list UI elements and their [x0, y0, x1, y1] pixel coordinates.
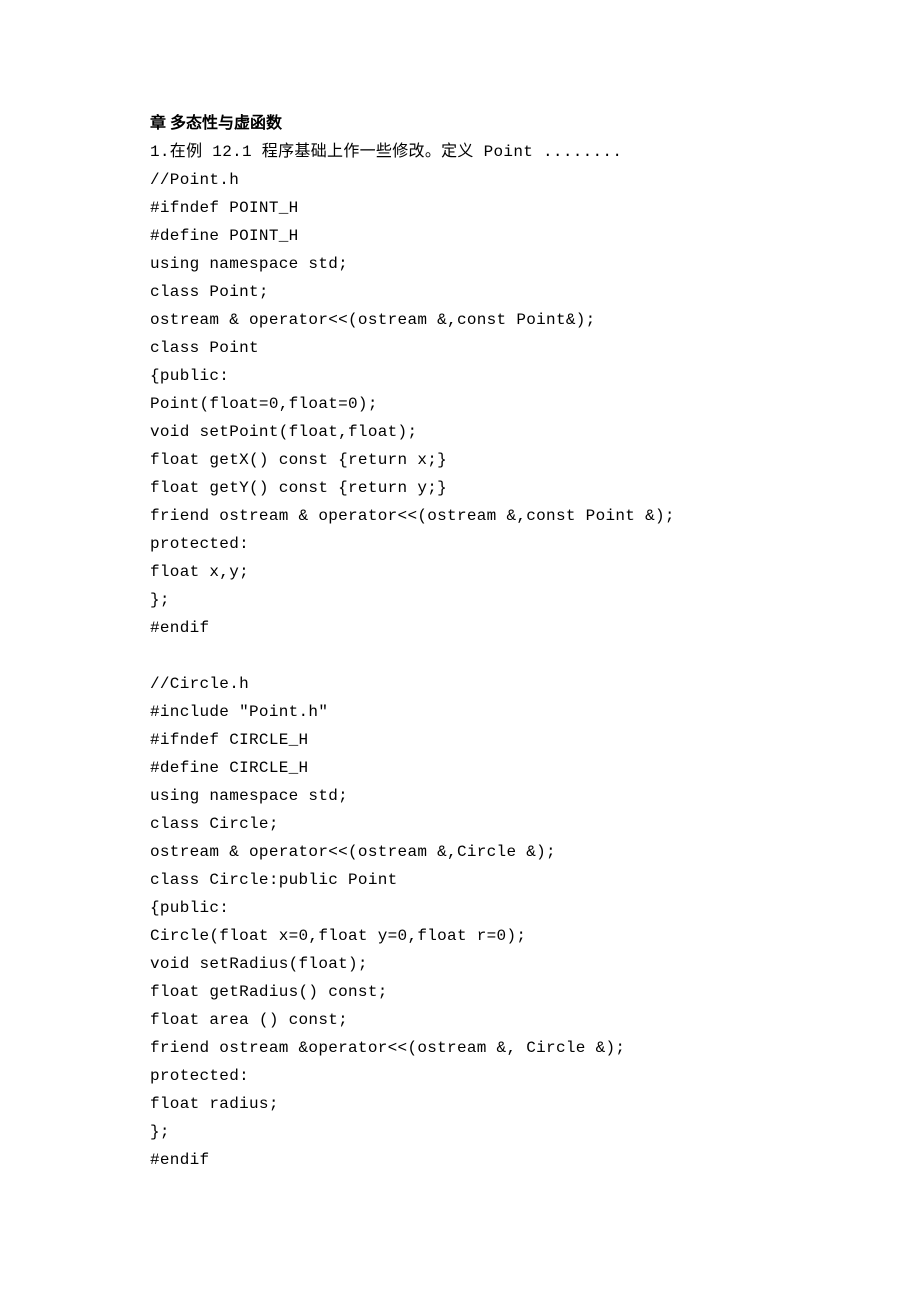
- code-line: #define POINT_H: [150, 222, 770, 250]
- code-line: class Point;: [150, 278, 770, 306]
- code-line: protected:: [150, 530, 770, 558]
- code-block-circle: //Circle.h #include "Point.h" #ifndef CI…: [150, 670, 770, 1174]
- code-line: Circle(float x=0,float y=0,float r=0);: [150, 922, 770, 950]
- code-line: class Circle:public Point: [150, 866, 770, 894]
- code-line: float area () const;: [150, 1006, 770, 1034]
- code-line: #endif: [150, 614, 770, 642]
- code-line: Point(float=0,float=0);: [150, 390, 770, 418]
- code-line: void setRadius(float);: [150, 950, 770, 978]
- chapter-title: 章 多态性与虚函数: [150, 115, 282, 132]
- document-page: 章 多态性与虚函数 1.在例 12.1 程序基础上作一些修改。定义 Point …: [0, 0, 920, 1234]
- code-line: #include "Point.h": [150, 698, 770, 726]
- chapter-heading: 章 多态性与虚函数: [150, 110, 770, 138]
- code-line: #ifndef CIRCLE_H: [150, 726, 770, 754]
- code-line: #endif: [150, 1146, 770, 1174]
- code-line: };: [150, 586, 770, 614]
- blank-line: [150, 642, 770, 670]
- code-block-point: //Point.h #ifndef POINT_H #define POINT_…: [150, 166, 770, 642]
- code-line: float x,y;: [150, 558, 770, 586]
- code-line: class Circle;: [150, 810, 770, 838]
- code-line: //Circle.h: [150, 670, 770, 698]
- code-line: #define CIRCLE_H: [150, 754, 770, 782]
- code-line: friend ostream & operator<<(ostream &,co…: [150, 502, 770, 530]
- code-line: {public:: [150, 894, 770, 922]
- code-line: float getRadius() const;: [150, 978, 770, 1006]
- intro-line: 1.在例 12.1 程序基础上作一些修改。定义 Point ........: [150, 138, 770, 166]
- code-line: ostream & operator<<(ostream &,Circle &)…: [150, 838, 770, 866]
- code-line: float radius;: [150, 1090, 770, 1118]
- code-line: friend ostream &operator<<(ostream &, Ci…: [150, 1034, 770, 1062]
- code-line: #ifndef POINT_H: [150, 194, 770, 222]
- code-line: };: [150, 1118, 770, 1146]
- code-line: float getX() const {return x;}: [150, 446, 770, 474]
- code-line: float getY() const {return y;}: [150, 474, 770, 502]
- code-line: void setPoint(float,float);: [150, 418, 770, 446]
- code-line: ostream & operator<<(ostream &,const Poi…: [150, 306, 770, 334]
- code-line: {public:: [150, 362, 770, 390]
- code-line: using namespace std;: [150, 782, 770, 810]
- code-line: //Point.h: [150, 166, 770, 194]
- code-line: class Point: [150, 334, 770, 362]
- code-line: using namespace std;: [150, 250, 770, 278]
- code-line: protected:: [150, 1062, 770, 1090]
